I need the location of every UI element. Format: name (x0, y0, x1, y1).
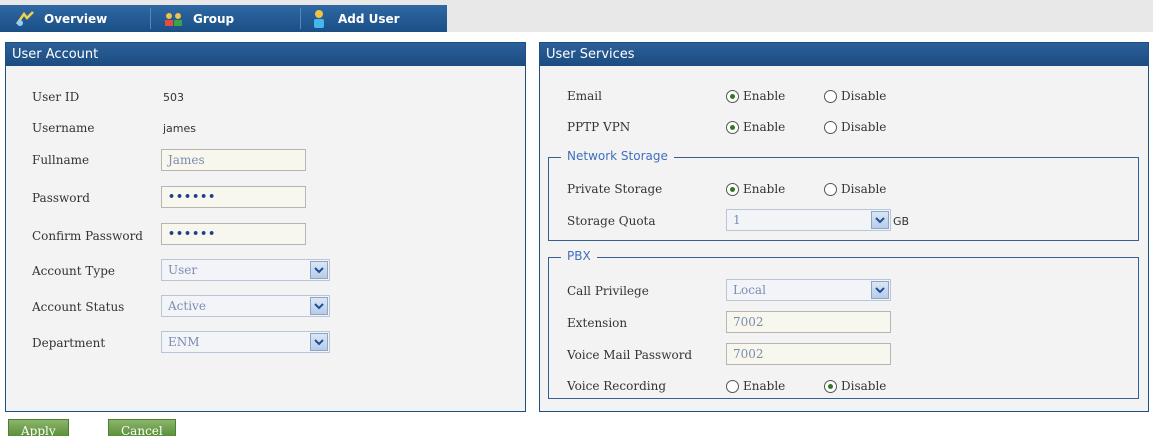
extension-label: Extension (567, 316, 628, 330)
group-icon (163, 10, 185, 28)
call-privilege-label: Call Privilege (567, 284, 649, 298)
tab-group-label: Group (193, 11, 235, 26)
user-account-panel: User Account User ID 503 Username james … (5, 42, 526, 412)
voice-recording-enable-label: Enable (743, 379, 786, 393)
pptp-disable-radio[interactable]: Disable (824, 120, 886, 134)
chevron-down-icon[interactable] (310, 297, 328, 315)
tab-bar: Overview Group Add User (0, 0, 1153, 32)
tab-divider (150, 8, 151, 29)
fullname-input[interactable]: James (161, 149, 306, 171)
email-enable-label: Enable (743, 89, 786, 103)
confirm-password-input[interactable]: •••••• (161, 223, 306, 245)
account-type-value: User (168, 263, 198, 277)
user-account-title: User Account (6, 43, 525, 66)
user-id-label: User ID (32, 90, 80, 104)
user-id-value: 503 (163, 91, 184, 104)
email-disable-radio[interactable]: Disable (824, 89, 886, 103)
call-privilege-value: Local (733, 283, 766, 297)
tab-add-user[interactable]: Add User (308, 5, 400, 32)
storage-quota-value: 1 (733, 213, 741, 227)
fullname-label: Fullname (32, 153, 90, 167)
cancel-button[interactable]: Cancel (108, 419, 176, 436)
voice-recording-label: Voice Recording (567, 379, 667, 393)
voice-recording-disable-label: Disable (841, 379, 887, 393)
radio-checked-icon (726, 89, 739, 103)
pptp-enable-radio[interactable]: Enable (726, 120, 785, 134)
network-storage-group: Network Storage Private Storage Enable D… (548, 149, 1139, 241)
account-status-select[interactable]: Active (161, 295, 330, 317)
account-type-select[interactable]: User (161, 259, 330, 281)
private-storage-label: Private Storage (567, 182, 663, 196)
voice-mail-password-input[interactable]: 7002 (726, 343, 891, 365)
private-storage-disable-label: Disable (841, 182, 887, 196)
tab-strip: Overview Group Add User (0, 5, 447, 32)
private-storage-disable-radio[interactable]: Disable (824, 182, 886, 196)
private-storage-enable-label: Enable (743, 182, 786, 196)
tab-overview[interactable]: Overview (14, 5, 107, 32)
pbx-legend: PBX (561, 249, 597, 263)
pptp-vpn-label: PPTP VPN (567, 120, 631, 134)
overview-icon (14, 10, 36, 28)
tab-group[interactable]: Group (163, 5, 234, 32)
voice-mail-password-label: Voice Mail Password (567, 348, 693, 362)
email-disable-label: Disable (841, 89, 887, 103)
apply-button[interactable]: Apply (8, 419, 69, 436)
password-input[interactable]: •••••• (161, 186, 306, 208)
pptp-enable-label: Enable (743, 120, 786, 134)
username-label: Username (32, 121, 95, 135)
confirm-password-label: Confirm Password (32, 229, 143, 243)
pptp-disable-label: Disable (841, 120, 887, 134)
private-storage-enable-radio[interactable]: Enable (726, 182, 785, 196)
network-storage-legend: Network Storage (561, 149, 674, 163)
radio-checked-icon (824, 379, 837, 393)
radio-unchecked-icon (824, 89, 837, 103)
radio-unchecked-icon (726, 379, 739, 393)
department-select[interactable]: ENM (161, 331, 330, 353)
radio-checked-icon (726, 120, 739, 134)
username-value: james (163, 122, 197, 135)
chevron-down-icon[interactable] (310, 261, 328, 279)
storage-quota-unit: GB (893, 215, 910, 228)
chevron-down-icon[interactable] (310, 333, 328, 351)
department-label: Department (32, 336, 106, 350)
account-status-label: Account Status (32, 300, 125, 314)
storage-quota-label: Storage Quota (567, 214, 656, 228)
account-status-value: Active (168, 299, 206, 313)
password-label: Password (32, 191, 90, 205)
tab-add-user-label: Add User (338, 11, 400, 26)
storage-quota-select[interactable]: 1 (726, 209, 891, 231)
call-privilege-select[interactable]: Local (726, 279, 891, 301)
voice-recording-enable-radio[interactable]: Enable (726, 379, 785, 393)
radio-checked-icon (726, 182, 739, 196)
radio-unchecked-icon (824, 120, 837, 134)
voice-recording-disable-radio[interactable]: Disable (824, 379, 886, 393)
account-type-label: Account Type (32, 264, 115, 278)
chevron-down-icon[interactable] (871, 211, 889, 229)
tab-overview-label: Overview (44, 11, 108, 26)
chevron-down-icon[interactable] (871, 281, 889, 299)
extension-input[interactable]: 7002 (726, 311, 891, 333)
user-services-panel: User Services Email Enable Disable PPTP … (539, 42, 1149, 412)
tab-divider (300, 8, 301, 29)
radio-unchecked-icon (824, 182, 837, 196)
pbx-group: PBX Call Privilege Local Extension 7002 … (548, 249, 1139, 399)
email-label: Email (567, 89, 602, 103)
email-enable-radio[interactable]: Enable (726, 89, 785, 103)
user-services-title: User Services (540, 43, 1148, 66)
department-value: ENM (168, 335, 200, 349)
add-user-icon (308, 9, 330, 28)
